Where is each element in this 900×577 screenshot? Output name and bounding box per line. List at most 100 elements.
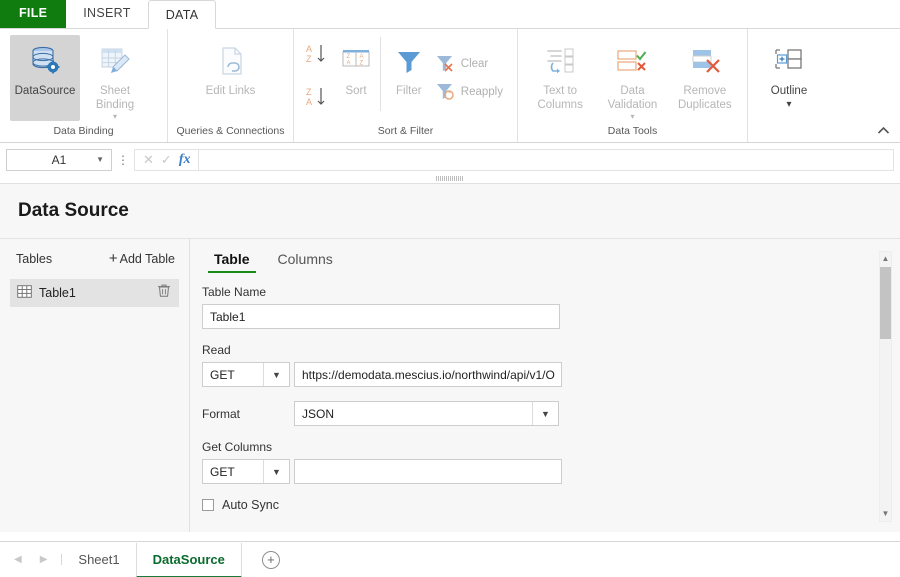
reapply-filter-button[interactable]: Reapply (431, 78, 511, 106)
ribbon-group-label-data-binding: Data Binding (0, 125, 167, 142)
formula-bar-resize-row (0, 176, 900, 184)
format-label: Format (202, 407, 294, 421)
ribbon-tab-file[interactable]: FILE (0, 0, 66, 28)
field-read: Read GET ▼ https://demodata.mescius.io/n… (202, 343, 900, 387)
svg-text:Z: Z (306, 54, 312, 64)
tables-sidebar: Tables + Add Table (0, 239, 190, 532)
formula-bar-menu-button[interactable]: ⋮ (112, 155, 134, 165)
outline-button-label: Outline (771, 84, 807, 98)
sort-az-icon: A Z (304, 41, 330, 72)
text-to-columns-icon (543, 41, 577, 81)
sort-az-button[interactable]: A Z (300, 40, 334, 74)
table-settings-pane: Table Columns Table Name Table1 Read GET (190, 239, 900, 532)
format-value: JSON (302, 407, 334, 421)
plus-icon: + (109, 253, 118, 265)
sheet-binding-label-1: Sheet Binding (80, 84, 150, 112)
sort-button-label: Sort (345, 84, 366, 98)
chevron-down-icon[interactable]: ▾ (113, 113, 117, 120)
get-columns-method-select[interactable]: GET ▼ (202, 459, 290, 484)
ribbon-group-outline: Outline ▾ (748, 29, 900, 142)
remove-duplicates-icon (689, 41, 721, 81)
formula-input[interactable] (198, 149, 894, 171)
sheet-binding-button[interactable]: Sheet Binding ▾ (80, 35, 150, 120)
svg-text:Z: Z (360, 61, 364, 67)
text-to-columns-label: Text to Columns (525, 84, 595, 112)
add-table-label: Add Table (120, 252, 175, 266)
read-method-select[interactable]: GET ▼ (202, 362, 290, 387)
triangle-right-icon[interactable]: ▶ (40, 554, 48, 565)
chevron-down-icon[interactable]: ▼ (96, 155, 104, 164)
page-title: Data Source (0, 184, 900, 239)
sort-icon: Z A A Z (339, 41, 373, 81)
clear-filter-label: Clear (461, 58, 488, 70)
data-source-body: Tables + Add Table (0, 239, 900, 532)
datasource-button[interactable]: DataSource (10, 35, 80, 121)
ribbon-group-label-sort-filter: Sort & Filter (294, 125, 517, 142)
outline-icon (772, 41, 806, 81)
ribbon-separator (380, 37, 381, 111)
sheet-tab-sheet1[interactable]: Sheet1 (62, 542, 135, 577)
data-source-panel: Data Source Tables + Add Table (0, 184, 900, 532)
data-validation-button[interactable]: Data Validation ▾ (597, 35, 667, 120)
auto-sync-checkbox[interactable] (202, 499, 214, 511)
edit-links-button[interactable]: Edit Links (196, 35, 266, 98)
svg-text:A: A (306, 44, 312, 54)
ribbon-tab-data[interactable]: DATA (148, 0, 217, 29)
trash-icon[interactable] (157, 283, 171, 303)
remove-duplicates-button[interactable]: Remove Duplicates (670, 35, 740, 112)
funnel-clear-icon (435, 53, 455, 76)
funnel-icon (394, 41, 424, 81)
format-select[interactable]: JSON ▼ (294, 401, 559, 426)
ribbon-group-label-queries: Queries & Connections (168, 125, 293, 142)
field-format: Format JSON ▼ (202, 401, 900, 426)
sheet-brush-icon (97, 41, 133, 81)
add-sheet-button[interactable]: + (262, 551, 280, 569)
chevron-down-icon[interactable]: ▼ (263, 460, 289, 483)
clear-filter-button[interactable]: Clear (431, 50, 511, 78)
sheet-tab-datasource[interactable]: DataSource (136, 543, 242, 577)
outline-button[interactable]: Outline ▾ (754, 35, 824, 108)
read-url-input[interactable]: https://demodata.mescius.io/northwind/ap… (294, 362, 562, 387)
chevron-down-icon[interactable]: ▼ (263, 363, 289, 386)
formula-bar: A1 ▼ ⋮ ✕ ✓ fx (0, 143, 900, 176)
read-method-value: GET (210, 368, 235, 382)
svg-text:Z: Z (347, 54, 351, 60)
table-settings-form: Table Name Table1 Read GET ▼ https://dem… (190, 273, 900, 512)
fx-icon[interactable]: fx (179, 152, 191, 168)
add-table-button[interactable]: + Add Table (109, 252, 175, 266)
get-columns-url-input[interactable] (294, 459, 562, 484)
chevron-down-icon[interactable]: ▾ (630, 113, 634, 120)
table-list-item[interactable]: Table1 (10, 279, 179, 307)
panel-scrollbar[interactable]: ▲ ▼ (879, 251, 892, 522)
svg-text:Z: Z (306, 87, 312, 97)
table-grid-icon (17, 284, 32, 302)
close-icon[interactable]: ✕ (143, 152, 154, 168)
chevron-down-icon[interactable]: ▾ (786, 101, 791, 108)
formula-bar-resize-handle[interactable] (436, 176, 464, 181)
sort-button[interactable]: Z A A Z Sort (334, 35, 378, 98)
ribbon-group-queries: Edit Links Queries & Connections (168, 29, 294, 142)
scrollbar-thumb[interactable] (880, 267, 891, 339)
tab-table[interactable]: Table (200, 245, 264, 273)
sort-za-button[interactable]: Z A (300, 83, 334, 117)
triangle-left-icon[interactable]: ◀ (14, 554, 22, 565)
svg-text:A: A (306, 97, 312, 107)
ribbon-group-data-tools: Text to Columns Data Validation ▾ (518, 29, 748, 142)
field-auto-sync[interactable]: Auto Sync (202, 498, 900, 512)
ribbon-group-label-data-tools: Data Tools (518, 125, 747, 142)
filter-button[interactable]: Filter (387, 35, 431, 98)
chevron-down-icon[interactable]: ▼ (532, 402, 558, 425)
formula-bar-actions: ✕ ✓ fx (134, 149, 198, 171)
tab-columns[interactable]: Columns (264, 245, 347, 273)
read-label: Read (202, 343, 900, 357)
check-icon[interactable]: ✓ (161, 152, 172, 168)
ribbon-tab-insert[interactable]: INSERT (66, 0, 147, 28)
filter-button-label: Filter (396, 84, 422, 98)
triangle-down-icon[interactable]: ▼ (882, 507, 890, 521)
table-name-input[interactable]: Table1 (202, 304, 560, 329)
ribbon-tab-bar: FILE INSERT DATA (0, 0, 900, 29)
triangle-up-icon[interactable]: ▲ (882, 252, 890, 266)
text-to-columns-button[interactable]: Text to Columns (525, 35, 595, 112)
name-box[interactable]: A1 ▼ (6, 149, 112, 171)
ribbon-collapse-button[interactable] (877, 123, 890, 138)
